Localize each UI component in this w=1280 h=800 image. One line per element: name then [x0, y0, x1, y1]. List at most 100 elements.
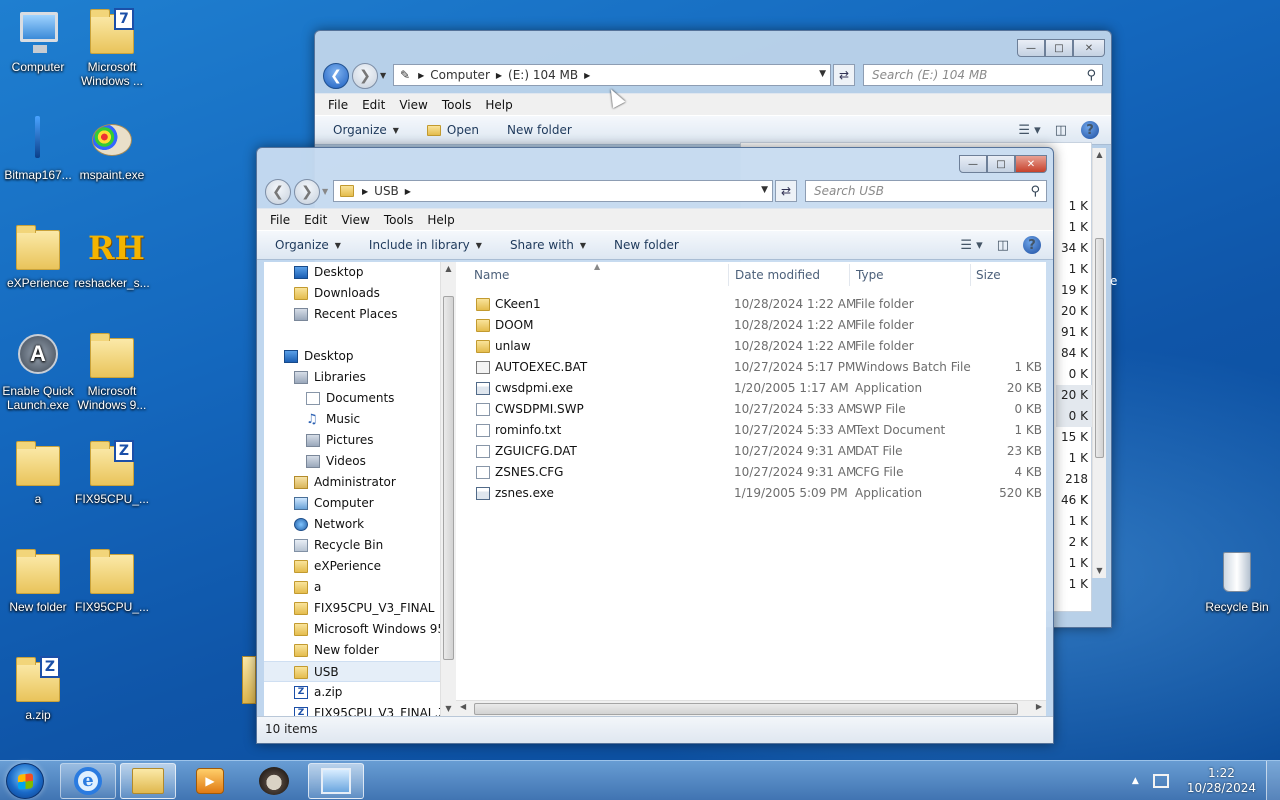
menu-tools[interactable]: Tools: [442, 98, 472, 112]
change-view-icon[interactable]: ☰ ▾: [1018, 123, 1040, 138]
nav-item[interactable]: Desktop: [264, 346, 440, 367]
maximize-button[interactable]: □: [1045, 39, 1073, 57]
title-bar[interactable]: — □ ✕: [257, 148, 1053, 176]
open-button[interactable]: Open: [426, 123, 479, 137]
clock[interactable]: 1:22 10/28/2024: [1187, 766, 1256, 796]
taskbar-windows-explorer[interactable]: [120, 763, 176, 799]
desktop-icon-new-folder[interactable]: New folder: [0, 548, 76, 614]
taskbar-control-panel[interactable]: [308, 763, 364, 799]
breadcrumb-arrow-icon[interactable]: ▶: [418, 71, 424, 80]
minimize-button[interactable]: —: [959, 155, 987, 173]
desktop-icon-mspaint[interactable]: mspaint.exe: [74, 116, 150, 182]
column-separator[interactable]: [849, 264, 850, 286]
file-row[interactable]: ZGUICFG.DAT 10/27/2024 9:31 AM DAT File 23 …: [472, 441, 1046, 462]
address-bar[interactable]: ▶ USB ▶ ▼: [333, 180, 773, 202]
organize-button[interactable]: Organize ▼: [333, 123, 399, 137]
refresh-button[interactable]: ⇄: [775, 180, 797, 202]
breadcrumb-arrow-icon[interactable]: ▶: [405, 187, 411, 196]
menu-edit[interactable]: Edit: [304, 213, 327, 227]
nav-item[interactable]: Recycle Bin: [264, 535, 440, 556]
file-row[interactable]: unlaw 10/28/2024 1:22 AM File folder: [472, 336, 1046, 357]
column-header-date-modified[interactable]: Date modified: [731, 262, 849, 288]
search-input[interactable]: Search (E:) 104 MB ⚲: [863, 64, 1103, 86]
breadcrumb-arrow-icon[interactable]: ▶: [496, 71, 502, 80]
breadcrumb-arrow-icon[interactable]: ▶: [584, 71, 590, 80]
search-input[interactable]: Search USB ⚲: [805, 180, 1047, 202]
file-row[interactable]: rominfo.txt 10/27/2024 5:33 AM Text Docume…: [472, 420, 1046, 441]
show-desktop-button[interactable]: [1266, 761, 1280, 800]
desktop-icon-bitmap[interactable]: Bitmap167...: [0, 116, 76, 182]
desktop-icon-recycle-bin[interactable]: Recycle Bin: [1199, 548, 1275, 614]
organize-button[interactable]: Organize ▼: [275, 238, 341, 252]
nav-item[interactable]: New folder: [264, 640, 440, 661]
nav-item[interactable]: Network: [264, 514, 440, 535]
nav-item[interactable]: USB: [264, 661, 440, 682]
menu-help[interactable]: Help: [427, 213, 454, 227]
title-bar[interactable]: — □ ✕: [315, 31, 1111, 59]
desktop-icon-experience[interactable]: eXPerience: [0, 224, 76, 290]
file-row[interactable]: AUTOEXEC.BAT 10/27/2024 5:17 PM Windows Ba…: [472, 357, 1046, 378]
file-row[interactable]: DOOM 10/28/2024 1:22 AM File folder: [472, 315, 1046, 336]
menu-edit[interactable]: Edit: [362, 98, 385, 112]
file-list-horizontal-scrollbar[interactable]: ◀ ▶: [456, 700, 1046, 716]
back-button[interactable]: ❮: [323, 63, 349, 89]
desktop-icon-fix95cpu-folder[interactable]: FIX95CPU_...: [74, 548, 150, 614]
column-header-type[interactable]: Type: [852, 262, 970, 288]
nav-item[interactable]: Desktop: [264, 262, 440, 283]
breadcrumb-usb[interactable]: USB: [374, 184, 399, 198]
column-header-size[interactable]: Size: [972, 262, 1042, 288]
menu-view[interactable]: View: [399, 98, 427, 112]
column-separator[interactable]: [728, 264, 729, 286]
show-hidden-icons-icon[interactable]: ▲: [1132, 776, 1139, 786]
nav-item[interactable]: eXPerience: [264, 556, 440, 577]
breadcrumb-arrow-icon[interactable]: ▶: [362, 187, 368, 196]
back-window-vertical-scrollbar[interactable]: ▲ ▼: [1092, 148, 1106, 578]
desktop-icon-computer[interactable]: Computer: [0, 8, 76, 74]
change-view-icon[interactable]: ☰ ▾: [960, 238, 982, 253]
nav-item[interactable]: Computer: [264, 493, 440, 514]
forward-button[interactable]: ❯: [352, 63, 378, 89]
nav-item[interactable]: Administrator: [264, 472, 440, 493]
breadcrumb-computer[interactable]: Computer: [430, 68, 490, 82]
nav-item[interactable]: FIX95CPU_V3_FINAL: [264, 598, 440, 619]
nav-item[interactable]: a: [264, 577, 440, 598]
taskbar-raccoon-app[interactable]: [246, 763, 302, 799]
close-button[interactable]: ✕: [1015, 155, 1047, 173]
recent-pages-icon[interactable]: ▼: [322, 187, 328, 196]
nav-item[interactable]: Documents: [264, 388, 440, 409]
maximize-button[interactable]: □: [987, 155, 1015, 173]
breadcrumb-drive[interactable]: (E:) 104 MB: [508, 68, 578, 82]
nav-item[interactable]: Downloads: [264, 283, 440, 304]
nav-item[interactable]: Videos: [264, 451, 440, 472]
scrollbar-thumb[interactable]: [474, 703, 1018, 715]
minimize-button[interactable]: —: [1017, 39, 1045, 57]
desktop-icon-microsoft-windows-9[interactable]: Microsoft Windows 9...: [74, 332, 150, 412]
new-folder-button[interactable]: New folder: [614, 238, 679, 252]
desktop-icon-fix95cpu-zip[interactable]: Z FIX95CPU_...: [74, 440, 150, 506]
desktop-icon-a-zip[interactable]: Z a.zip: [0, 656, 76, 722]
scrollbar-thumb[interactable]: [1095, 238, 1104, 458]
network-status-icon[interactable]: [1152, 774, 1169, 788]
file-row[interactable]: CKeen1 10/28/2024 1:22 AM File folder: [472, 294, 1046, 315]
search-icon[interactable]: ⚲: [1030, 182, 1040, 202]
column-separator[interactable]: [970, 264, 971, 286]
menu-view[interactable]: View: [341, 213, 369, 227]
menu-file[interactable]: File: [270, 213, 290, 227]
file-row[interactable]: cwsdpmi.exe 1/20/2005 1:17 AM Application 2…: [472, 378, 1046, 399]
share-with-button[interactable]: Share with ▼: [510, 238, 586, 252]
menu-tools[interactable]: Tools: [384, 213, 414, 227]
nav-item[interactable]: Libraries: [264, 367, 440, 388]
nav-item[interactable]: ♫ Music: [264, 409, 440, 430]
scrollbar-thumb[interactable]: [443, 296, 454, 660]
new-folder-button[interactable]: New folder: [507, 123, 572, 137]
back-button[interactable]: ❮: [265, 179, 291, 205]
preview-pane-icon[interactable]: ◫: [1055, 123, 1067, 138]
desktop-icon-microsoft-windows-zip[interactable]: 7 Microsoft Windows ...: [74, 8, 150, 88]
include-in-library-button[interactable]: Include in library ▼: [369, 238, 482, 252]
file-row[interactable]: zsnes.exe 1/19/2005 5:09 PM Application 520…: [472, 483, 1046, 504]
desktop-icon-enable-quick-launch[interactable]: A Enable Quick Launch.exe: [0, 332, 76, 412]
nav-item[interactable]: Pictures: [264, 430, 440, 451]
menu-file[interactable]: File: [328, 98, 348, 112]
start-button[interactable]: [6, 763, 44, 799]
address-dropdown-icon[interactable]: ▼: [761, 185, 768, 195]
